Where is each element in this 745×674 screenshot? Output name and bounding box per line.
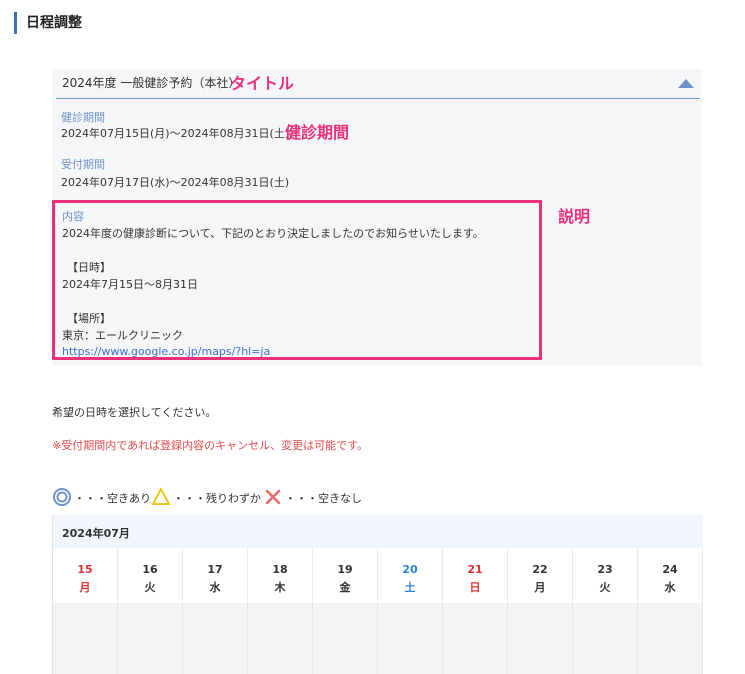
day-weekday: 金 [339,581,351,594]
calendar-day-23: 23 火 [573,548,638,603]
day-weekday: 水 [664,581,676,594]
calendar-day-16: 16 火 [118,548,183,603]
time-slot-cell[interactable] [443,603,508,674]
day-number: 17 [207,563,223,576]
time-slot-cell[interactable] [508,603,573,674]
day-weekday: 水 [209,581,221,594]
annotation-description: 説明 [558,207,591,226]
period-value: 2024年07月15日(月)〜2024年08月31日(土) [61,127,290,140]
day-weekday: 火 [144,581,156,594]
content-line: 2024年度の健康診断について、下記のとおり決定しましたのでお知らせいたします。 [62,227,484,240]
day-weekday: 木 [274,581,286,594]
day-number: 20 [402,563,418,576]
reception-label: 受付期間 [61,158,105,171]
time-slot-cell[interactable] [248,603,313,674]
legend-few-label: ・・・残りわずか [173,492,261,505]
calendar-day-19: 19 金 [313,548,378,603]
day-number: 21 [467,563,483,576]
calendar-day-21: 21 日 [443,548,508,603]
time-slot-cell[interactable] [53,603,118,674]
day-number: 15 [77,563,93,576]
day-number: 22 [532,563,548,576]
calendar-month-header: 2024年07月 [53,515,703,548]
legend-available-label: ・・・空きあり [74,492,151,505]
description-box: 内容 2024年度の健康診断について、下記のとおり決定しましたのでお知らせいたし… [52,200,542,360]
collapse-triangle-icon[interactable] [678,79,694,88]
time-slot-cell[interactable] [573,603,638,674]
day-number: 19 [337,563,353,576]
time-slot-cell[interactable] [183,603,248,674]
cross-icon [265,489,281,505]
period-label: 健診期間 [61,111,105,124]
calendar-day-24: 24 水 [638,548,703,603]
panel-header[interactable]: 2024年度 一般健診予約（本社） タイトル [56,69,700,99]
day-number: 16 [142,563,158,576]
double-circle-icon [53,488,71,506]
annotation-period: 健診期間 [285,123,350,142]
event-title: 2024年度 一般健診予約（本社） [62,76,241,90]
time-slot-cell[interactable] [313,603,378,674]
day-weekday: 日 [469,581,481,594]
day-weekday: 月 [534,581,546,594]
content-label: 内容 [62,210,84,223]
calendar-day-22: 22 月 [508,548,573,603]
time-slot-cell[interactable] [638,603,703,674]
calendar: 2024年07月 15 月 16 火 17 水 18 木 19 金 20 土 21 日 22 月 23 火 24 水 [52,515,703,674]
day-number: 18 [272,563,288,576]
triangle-icon [151,487,171,505]
day-weekday: 月 [79,581,91,594]
event-info-panel: 2024年度 一般健診予約（本社） タイトル 健診期間 2024年07月15日(… [52,69,702,366]
content-line: 【日時】 [67,261,111,274]
calendar-day-17: 17 水 [183,548,248,603]
calendar-day-15: 15 月 [53,548,118,603]
reception-value: 2024年07月17日(水)〜2024年08月31日(土) [61,176,290,189]
content-line: 【場所】 [67,312,111,325]
legend-none-label: ・・・空きなし [285,492,362,505]
instruction-text: 希望の日時を選択してください。 [52,406,217,419]
day-weekday: 火 [599,581,611,594]
time-slot-cell[interactable] [118,603,183,674]
page-title: 日程調整 [14,12,82,34]
time-slot-cell[interactable] [378,603,443,674]
day-weekday: 土 [404,581,416,594]
calendar-day-18: 18 木 [248,548,313,603]
day-number: 24 [662,563,678,576]
content-line: 東京：エールクリニック [62,329,183,342]
calendar-day-20: 20 土 [378,548,443,603]
day-number: 23 [597,563,613,576]
annotation-title: タイトル [230,74,295,93]
cancel-note: ※受付期間内であれば登録内容のキャンセル、変更は可能です。 [52,439,369,452]
map-link[interactable]: https://www.google.co.jp/maps/?hl=ja [62,345,270,358]
calendar-month: 2024年07月 [62,527,130,540]
content-line: 2024年7月15日〜8月31日 [62,278,198,291]
